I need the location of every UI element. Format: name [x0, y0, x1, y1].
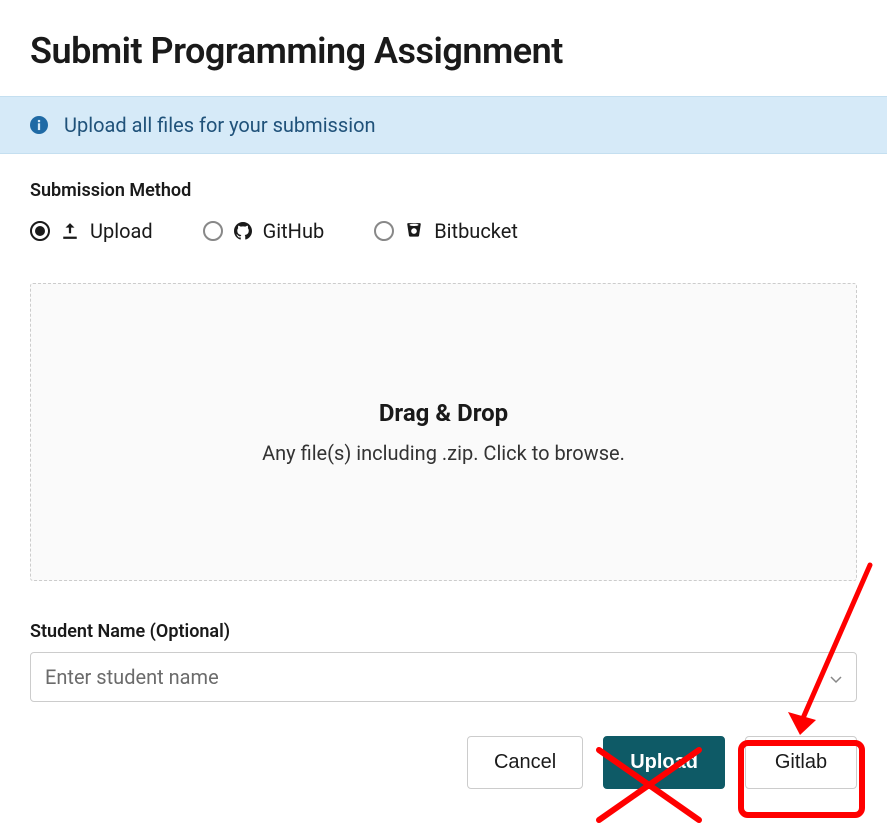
file-dropzone[interactable]: Drag & Drop Any file(s) including .zip. …: [30, 283, 857, 581]
submission-method-group: Upload GitHub Bitbucket: [30, 219, 857, 243]
select-placeholder: Enter student name: [45, 665, 219, 689]
radio-option-github[interactable]: GitHub: [203, 219, 325, 243]
radio-label: Bitbucket: [434, 219, 518, 243]
student-name-select[interactable]: Enter student name: [30, 652, 857, 702]
radio-indicator: [30, 221, 50, 241]
radio-indicator: [374, 221, 394, 241]
radio-label: GitHub: [263, 219, 325, 243]
student-name-label: Student Name (Optional): [30, 621, 857, 642]
radio-option-bitbucket[interactable]: Bitbucket: [374, 219, 518, 243]
chevron-down-icon: [830, 665, 842, 689]
info-text: Upload all files for your submission: [64, 113, 376, 137]
radio-indicator: [203, 221, 223, 241]
bitbucket-icon: [404, 221, 424, 241]
github-icon: [233, 221, 253, 241]
upload-button[interactable]: Upload: [603, 736, 725, 789]
upload-icon: [60, 221, 80, 241]
radio-label: Upload: [90, 219, 153, 243]
dropzone-subtitle: Any file(s) including .zip. Click to bro…: [262, 441, 625, 465]
button-row: Cancel Upload Gitlab: [30, 736, 857, 789]
submission-method-label: Submission Method: [30, 180, 857, 201]
dropzone-title: Drag & Drop: [379, 399, 508, 427]
radio-option-upload[interactable]: Upload: [30, 219, 153, 243]
gitlab-button[interactable]: Gitlab: [745, 736, 857, 789]
page-title: Submit Programming Assignment: [0, 0, 887, 96]
cancel-button[interactable]: Cancel: [467, 736, 583, 789]
info-bar: Upload all files for your submission: [0, 96, 887, 154]
info-icon: [30, 116, 48, 134]
